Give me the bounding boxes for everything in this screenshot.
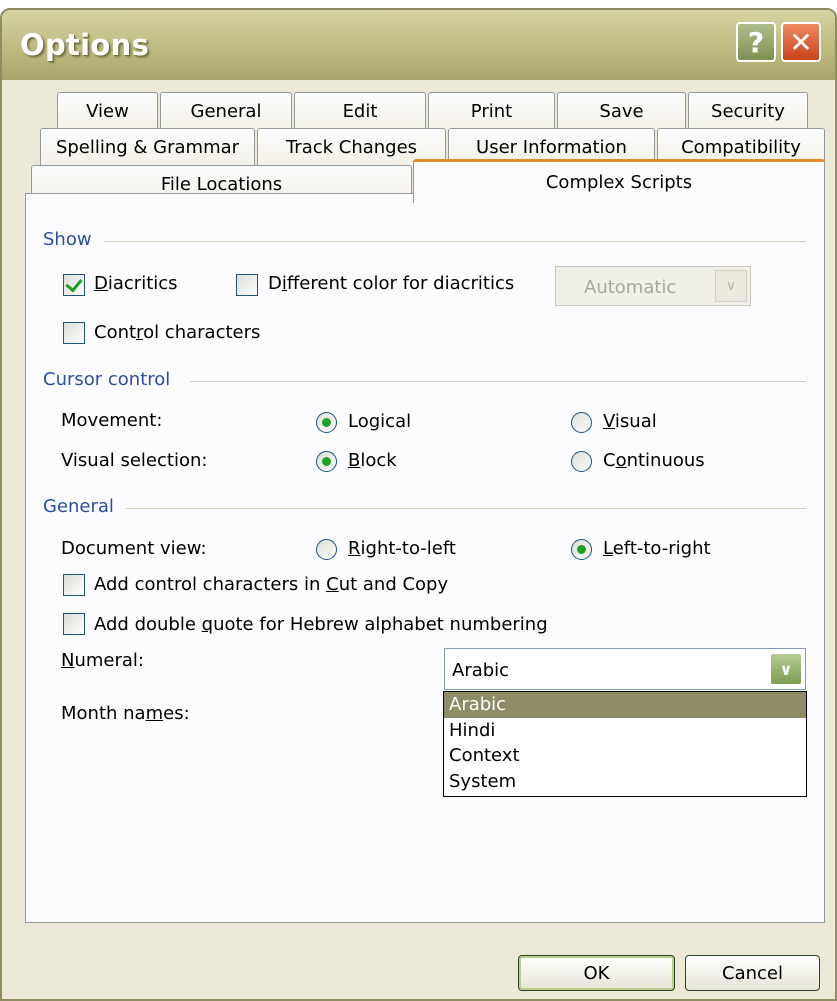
selection-block-radio[interactable] bbox=[316, 451, 337, 472]
selection-continuous-radio[interactable] bbox=[571, 451, 592, 472]
chevron-down-icon: ∨ bbox=[715, 270, 747, 302]
diacritic-color-value: Automatic bbox=[584, 277, 677, 298]
numeral-value: Arabic bbox=[452, 660, 510, 681]
help-icon: ? bbox=[747, 25, 765, 59]
divider bbox=[190, 381, 806, 382]
movement-logical-radio[interactable] bbox=[316, 412, 337, 433]
tab-label: Compatibility bbox=[681, 137, 801, 158]
view-left-to-right-label: Left-to-right bbox=[603, 538, 711, 559]
divider bbox=[126, 508, 806, 509]
document-view-label: Document view: bbox=[61, 538, 207, 559]
close-icon: ✕ bbox=[789, 25, 813, 59]
title-bar: Options ? ✕ bbox=[2, 10, 835, 80]
selection-block-label: Block bbox=[348, 450, 397, 471]
tab-label: Save bbox=[599, 101, 644, 122]
numeral-select[interactable]: Arabic ∨ bbox=[444, 648, 806, 690]
divider bbox=[104, 241, 806, 242]
tab-label: Spelling & Grammar bbox=[55, 137, 240, 158]
add-control-chars-checkbox[interactable] bbox=[63, 574, 85, 596]
tab-save[interactable]: Save bbox=[557, 92, 686, 130]
numeral-dropdown-list: Arabic Hindi Context System bbox=[443, 691, 807, 797]
add-double-quote-label: Add double quote for Hebrew alphabet num… bbox=[94, 614, 548, 635]
dropdown-option-hindi[interactable]: Hindi bbox=[444, 718, 806, 744]
tab-label: View bbox=[86, 101, 129, 122]
diacritics-checkbox[interactable] bbox=[63, 274, 85, 296]
help-button[interactable]: ? bbox=[736, 22, 776, 62]
add-double-quote-checkbox[interactable] bbox=[63, 613, 85, 635]
view-left-to-right-radio[interactable] bbox=[571, 539, 592, 560]
different-color-label: Different color for diacritics bbox=[268, 273, 515, 294]
tab-label: Print bbox=[470, 101, 513, 122]
view-right-to-left-label: Right-to-left bbox=[348, 538, 456, 559]
selection-continuous-label: Continuous bbox=[603, 450, 705, 471]
chevron-down-icon[interactable]: ∨ bbox=[770, 653, 802, 685]
movement-visual-radio[interactable] bbox=[571, 412, 592, 433]
tab-complex-scripts[interactable]: Complex Scripts bbox=[413, 159, 825, 203]
tab-general[interactable]: General bbox=[160, 92, 292, 130]
group-heading-general: General bbox=[43, 496, 114, 517]
tab-edit[interactable]: Edit bbox=[294, 92, 426, 130]
dropdown-option-context[interactable]: Context bbox=[444, 743, 806, 769]
ok-button[interactable]: OK bbox=[518, 955, 675, 991]
movement-label: Movement: bbox=[61, 410, 163, 431]
control-characters-checkbox[interactable] bbox=[63, 322, 85, 344]
tab-label: Complex Scripts bbox=[545, 172, 693, 193]
tab-security[interactable]: Security bbox=[688, 92, 808, 130]
numeral-label: Numeral: bbox=[61, 650, 144, 671]
different-color-checkbox[interactable] bbox=[236, 274, 258, 296]
cancel-button[interactable]: Cancel bbox=[685, 955, 820, 991]
month-names-label: Month names: bbox=[61, 703, 190, 724]
tab-print[interactable]: Print bbox=[428, 92, 555, 130]
diacritic-color-select[interactable]: Automatic ∨ bbox=[555, 266, 751, 306]
tab-label: Track Changes bbox=[285, 137, 418, 158]
dropdown-option-system[interactable]: System bbox=[444, 769, 806, 795]
window-title: Options bbox=[20, 28, 150, 62]
tab-label: General bbox=[190, 101, 262, 122]
tab-view[interactable]: View bbox=[57, 92, 158, 130]
diacritics-label: Diacritics bbox=[94, 273, 178, 294]
tab-label: Edit bbox=[342, 101, 378, 122]
group-heading-show: Show bbox=[43, 229, 92, 250]
movement-logical-label: Logical bbox=[348, 411, 412, 432]
tab-spelling-grammar[interactable]: Spelling & Grammar bbox=[40, 128, 255, 166]
movement-visual-label: Visual bbox=[603, 411, 657, 432]
tab-label: Security bbox=[711, 101, 785, 122]
dropdown-option-arabic[interactable]: Arabic bbox=[444, 692, 806, 718]
close-button[interactable]: ✕ bbox=[781, 22, 821, 62]
tab-label: User Information bbox=[476, 137, 627, 158]
visual-selection-label: Visual selection: bbox=[61, 450, 208, 471]
tab-label: File Locations bbox=[160, 174, 283, 195]
group-heading-cursor-control: Cursor control bbox=[43, 369, 171, 390]
add-control-chars-label: Add control characters in Cut and Copy bbox=[94, 574, 449, 595]
view-right-to-left-radio[interactable] bbox=[316, 539, 337, 560]
control-characters-label: Control characters bbox=[94, 322, 261, 343]
